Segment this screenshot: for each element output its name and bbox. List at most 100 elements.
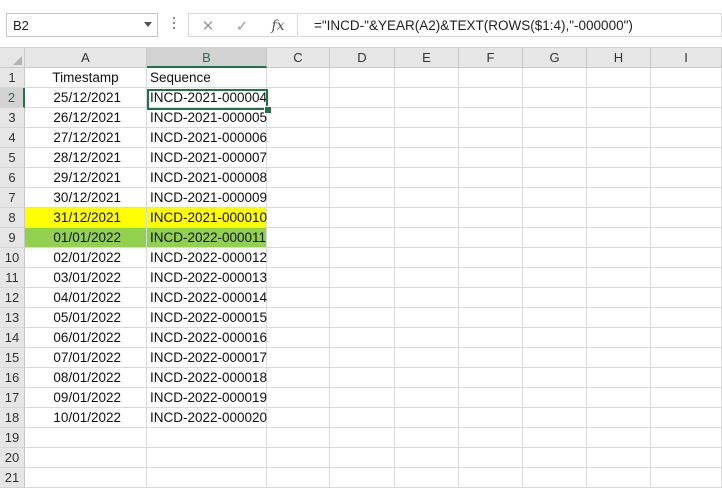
cell-a20[interactable] [25,448,147,468]
cell-h12[interactable] [587,288,651,308]
cell-d15[interactable] [330,348,395,368]
cell-e19[interactable] [395,428,459,448]
column-header-b[interactable]: B [147,48,267,68]
cell-g10[interactable] [523,248,587,268]
cell-g16[interactable] [523,368,587,388]
cell-h21[interactable] [587,468,651,488]
row-header-7[interactable]: 7 [0,188,25,208]
cell-d13[interactable] [330,308,395,328]
row-header-3[interactable]: 3 [0,108,25,128]
cell-b5[interactable]: INCD-2021-000007 [147,148,267,168]
cell-a6[interactable]: 29/12/2021 [25,168,147,188]
cell-a9[interactable]: 01/01/2022 [25,228,147,248]
cell-h15[interactable] [587,348,651,368]
cell-g11[interactable] [523,268,587,288]
cell-g7[interactable] [523,188,587,208]
fill-handle[interactable] [264,106,272,114]
cell-c6[interactable] [267,168,330,188]
cell-c10[interactable] [267,248,330,268]
cell-b6[interactable]: INCD-2021-000008 [147,168,267,188]
cell-c20[interactable] [267,448,330,468]
cell-g5[interactable] [523,148,587,168]
cell-h11[interactable] [587,268,651,288]
cell-f2[interactable] [459,88,523,108]
cell-c1[interactable] [267,68,330,88]
cell-i8[interactable] [651,208,722,228]
cell-f20[interactable] [459,448,523,468]
cell-h2[interactable] [587,88,651,108]
cell-c16[interactable] [267,368,330,388]
row-header-12[interactable]: 12 [0,288,25,308]
column-header-e[interactable]: E [395,48,459,68]
cell-e16[interactable] [395,368,459,388]
cell-g20[interactable] [523,448,587,468]
cell-b2[interactable]: INCD-2021-000004 [147,88,267,108]
row-header-17[interactable]: 17 [0,388,25,408]
row-header-18[interactable]: 18 [0,408,25,428]
row-header-9[interactable]: 9 [0,228,25,248]
cell-e9[interactable] [395,228,459,248]
cell-f19[interactable] [459,428,523,448]
cell-a18[interactable]: 10/01/2022 [25,408,147,428]
cell-e21[interactable] [395,468,459,488]
row-header-6[interactable]: 6 [0,168,25,188]
cell-e1[interactable] [395,68,459,88]
cell-e12[interactable] [395,288,459,308]
cell-a8[interactable]: 31/12/2021 [25,208,147,228]
cell-f5[interactable] [459,148,523,168]
cell-i20[interactable] [651,448,722,468]
cell-a11[interactable]: 03/01/2022 [25,268,147,288]
cell-a4[interactable]: 27/12/2021 [25,128,147,148]
cell-c19[interactable] [267,428,330,448]
cell-h14[interactable] [587,328,651,348]
cell-b20[interactable] [147,448,267,468]
row-header-20[interactable]: 20 [0,448,25,468]
cell-g18[interactable] [523,408,587,428]
cell-b21[interactable] [147,468,267,488]
cell-g17[interactable] [523,388,587,408]
cell-a17[interactable]: 09/01/2022 [25,388,147,408]
cell-e11[interactable] [395,268,459,288]
cell-c17[interactable] [267,388,330,408]
cell-c14[interactable] [267,328,330,348]
row-header-14[interactable]: 14 [0,328,25,348]
cell-i1[interactable] [651,68,722,88]
cell-g19[interactable] [523,428,587,448]
select-all-corner[interactable] [0,48,25,68]
row-header-21[interactable]: 21 [0,468,25,488]
column-header-a[interactable]: A [25,48,147,68]
cell-i19[interactable] [651,428,722,448]
cell-b12[interactable]: INCD-2022-000014 [147,288,267,308]
column-header-f[interactable]: F [459,48,523,68]
cell-f21[interactable] [459,468,523,488]
cell-b14[interactable]: INCD-2022-000016 [147,328,267,348]
cell-g21[interactable] [523,468,587,488]
cell-f8[interactable] [459,208,523,228]
spreadsheet-grid[interactable]: A B C D E F G H I 1 Timestamp Sequence 2 25/12/2021 IN… [0,48,722,488]
cell-e5[interactable] [395,148,459,168]
cell-c2[interactable] [267,88,330,108]
cell-d6[interactable] [330,168,395,188]
cell-g14[interactable] [523,328,587,348]
row-header-5[interactable]: 5 [0,148,25,168]
cell-i18[interactable] [651,408,722,428]
cell-h6[interactable] [587,168,651,188]
cell-i2[interactable] [651,88,722,108]
cell-d14[interactable] [330,328,395,348]
row-header-8[interactable]: 8 [0,208,25,228]
cell-b15[interactable]: INCD-2022-000017 [147,348,267,368]
cell-g12[interactable] [523,288,587,308]
cell-e15[interactable] [395,348,459,368]
column-header-g[interactable]: G [523,48,587,68]
cell-f12[interactable] [459,288,523,308]
cell-e14[interactable] [395,328,459,348]
cell-h7[interactable] [587,188,651,208]
cell-d4[interactable] [330,128,395,148]
cell-a5[interactable]: 28/12/2021 [25,148,147,168]
cell-c8[interactable] [267,208,330,228]
cell-d9[interactable] [330,228,395,248]
cell-f18[interactable] [459,408,523,428]
column-header-i[interactable]: I [651,48,722,68]
cell-f6[interactable] [459,168,523,188]
cell-i10[interactable] [651,248,722,268]
